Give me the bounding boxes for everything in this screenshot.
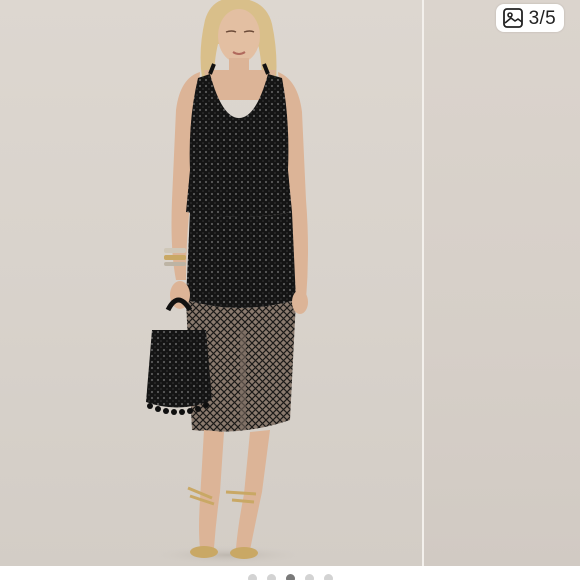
image-counter-badge: 3/5 bbox=[495, 4, 564, 32]
image-icon bbox=[502, 7, 524, 29]
image-counter-text: 3/5 bbox=[528, 7, 556, 29]
carousel-dot[interactable] bbox=[285, 574, 295, 580]
product-photo[interactable] bbox=[0, 0, 422, 566]
carousel-dot[interactable] bbox=[304, 574, 314, 580]
image-carousel[interactable]: 3/5 bbox=[0, 0, 580, 580]
carousel-dot[interactable] bbox=[247, 574, 257, 580]
carousel-dot[interactable] bbox=[323, 574, 333, 580]
carousel-dot[interactable] bbox=[266, 574, 276, 580]
next-product-photo-peek[interactable] bbox=[424, 0, 580, 566]
carousel-pagination bbox=[0, 574, 580, 580]
model-in-sequin-outfit bbox=[146, 0, 308, 565]
